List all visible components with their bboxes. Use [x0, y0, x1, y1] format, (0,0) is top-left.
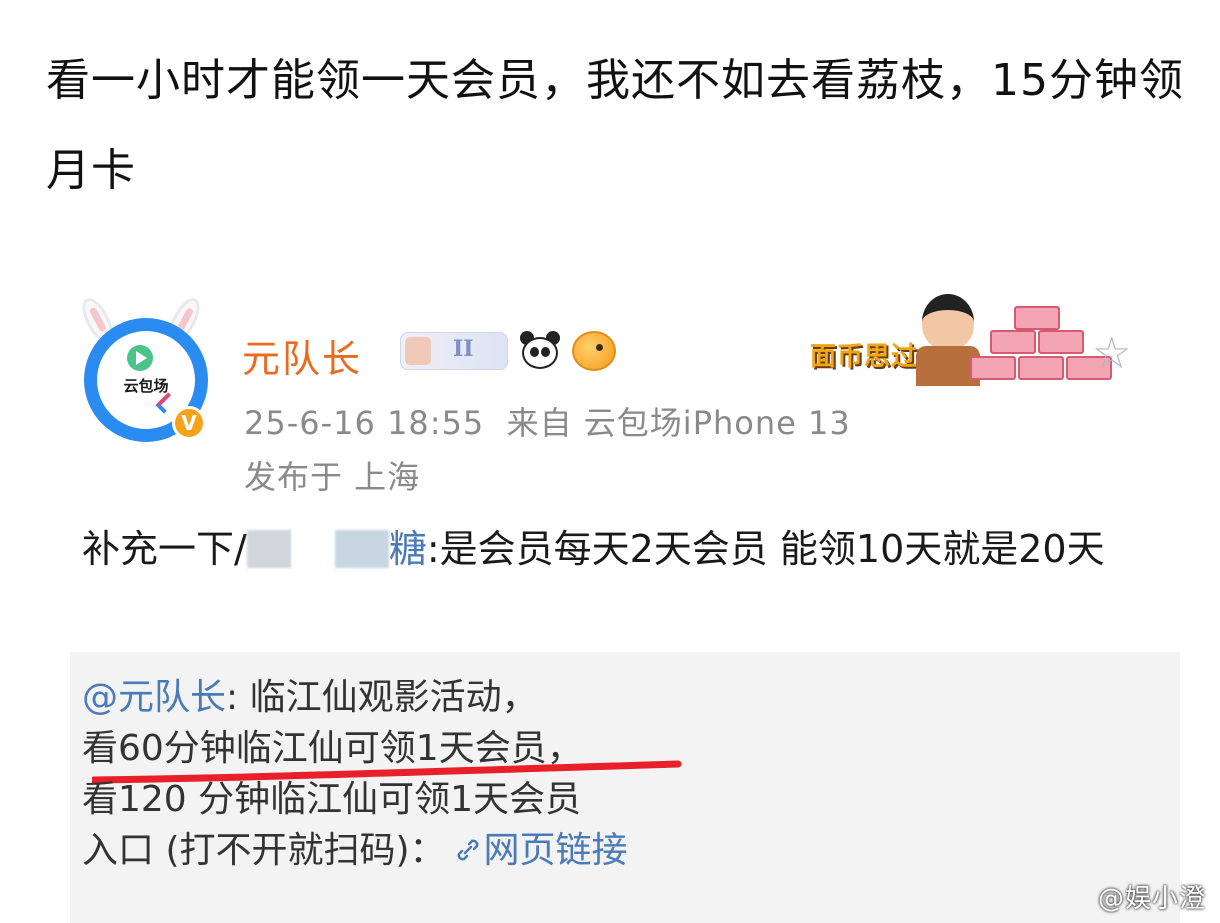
play-icon: [127, 345, 153, 371]
panda-icon: [518, 331, 562, 371]
cash-stack-icon: [1014, 306, 1060, 330]
level-badge-label: II: [453, 336, 474, 362]
quote-line-1-text: : 临江仙观影活动，: [226, 677, 538, 718]
quote-mention[interactable]: @元队长: [82, 677, 226, 718]
link-icon: [457, 839, 478, 861]
quote-line-2: 看60分钟临江仙可领1天会员，: [82, 723, 1180, 784]
author-name[interactable]: 元队长: [242, 328, 362, 383]
quote-line-3: 看120 分钟临江仙可领1天会员: [82, 779, 582, 820]
cash-stack-icon: [970, 356, 1016, 380]
pufferfish-icon: [572, 331, 616, 371]
post-timestamp: 25-6-16 18:55: [244, 404, 485, 442]
quote-entry-label: 入口 (打不开就扫码)：: [82, 830, 446, 871]
sticker-text: 面币思过: [810, 342, 919, 372]
web-link[interactable]: 网页链接: [484, 830, 628, 871]
post-meta: 25-6-16 18:55 来自 云包场iPhone 13 发布于 上海: [244, 396, 851, 504]
cash-stack-icon: [1038, 330, 1084, 354]
body-prefix: 补充一下/: [82, 527, 247, 571]
favorite-star-icon[interactable]: ☆: [1092, 332, 1131, 376]
post-body: 补充一下/糖:是会员每天2天会员 能领10天就是20天: [82, 522, 1162, 576]
level-badge[interactable]: II: [400, 332, 508, 370]
verified-badge: V: [172, 406, 206, 440]
quote-line-1: @元队长: 临江仙观影活动，: [82, 672, 1180, 723]
post-source: 来自 云包场iPhone 13: [506, 404, 851, 442]
cash-stack-icon: [990, 330, 1036, 354]
cash-stack-icon: [1018, 356, 1064, 380]
card-sticker: 面币思过: [810, 290, 1120, 390]
post-caption: 看一小时才能领一天会员，我还不如去看荔枝，15分钟领月卡: [46, 55, 1184, 196]
quote-line-4: 入口 (打不开就扫码)： 网页链接: [82, 825, 1180, 876]
author-avatar[interactable]: 云包场 V: [76, 293, 216, 446]
watermark: @娱小澄: [1097, 884, 1206, 914]
author-badges: II: [400, 328, 616, 374]
redacted-block: [246, 530, 291, 568]
body-text: :是会员每天2天会员 能领10天就是20天: [426, 527, 1105, 571]
mention-tail[interactable]: 糖: [389, 527, 427, 571]
avatar-logo-text: 云包场: [123, 377, 169, 395]
cartoon-man-icon: [922, 294, 974, 350]
weibo-screenshot-card: 云包场 V 元队长 II 面币思过 ☆ 25-6-16 18:55 来自 云包场…: [70, 290, 1180, 923]
quoted-post[interactable]: @元队长: 临江仙观影活动， 看60分钟临江仙可领1天会员， 看120 分钟临江…: [70, 652, 1180, 923]
redacted-block: [334, 530, 389, 568]
post-location: 发布于 上海: [244, 458, 421, 496]
